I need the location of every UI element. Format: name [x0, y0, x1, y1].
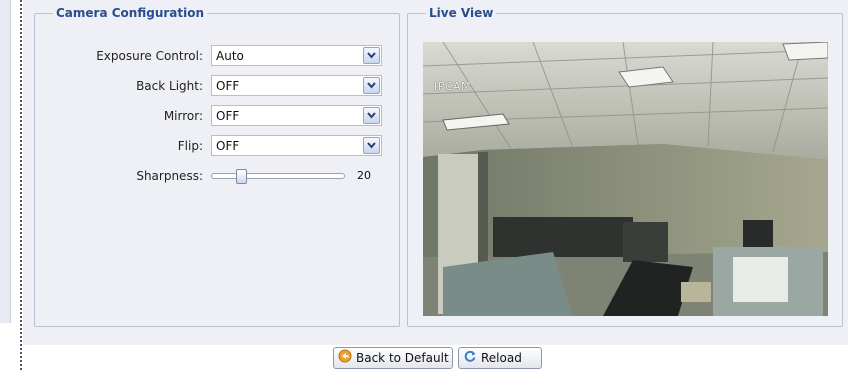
- live-view-panel: Live View IPCAM: [407, 6, 843, 327]
- frame-divider: [20, 0, 22, 370]
- exposure-control-select[interactable]: Auto: [211, 45, 382, 66]
- back-light-select[interactable]: OFF: [211, 75, 382, 96]
- refresh-icon: [463, 349, 477, 369]
- camera-osd-label: IPCAM: [434, 80, 472, 93]
- flip-label: Flip:: [177, 139, 203, 153]
- chevron-down-icon[interactable]: [363, 47, 380, 64]
- flip-value: OFF: [216, 139, 240, 153]
- camera-configuration-panel: Camera Configuration Exposure Control: A…: [34, 6, 400, 327]
- mirror-row: Mirror: OFF: [35, 105, 399, 127]
- back-light-row: Back Light: OFF: [35, 75, 399, 97]
- sharpness-row: Sharpness: 20: [35, 165, 399, 187]
- reload-label: Reload: [481, 351, 522, 365]
- chevron-down-icon[interactable]: [363, 77, 380, 94]
- back-light-label: Back Light:: [136, 79, 203, 93]
- flip-select[interactable]: OFF: [211, 135, 382, 156]
- sharpness-slider[interactable]: [211, 169, 345, 184]
- mirror-select[interactable]: OFF: [211, 105, 382, 126]
- back-to-default-button[interactable]: Back to Default: [333, 347, 453, 369]
- mirror-value: OFF: [216, 109, 240, 123]
- sharpness-slider-track[interactable]: [211, 173, 345, 179]
- exposure-control-value: Auto: [216, 49, 244, 63]
- back-to-default-label: Back to Default: [356, 351, 449, 365]
- exposure-control-row: Exposure Control: Auto: [35, 45, 399, 67]
- sharpness-value: 20: [357, 169, 371, 182]
- live-video-feed: IPCAM: [423, 42, 828, 316]
- exposure-control-label: Exposure Control:: [96, 49, 203, 63]
- left-panel-edge: [0, 0, 11, 323]
- office-scene-image: [423, 42, 828, 316]
- sharpness-label: Sharpness:: [136, 169, 203, 183]
- content-area: Camera Configuration Exposure Control: A…: [23, 0, 848, 345]
- chevron-down-icon[interactable]: [363, 137, 380, 154]
- reload-button[interactable]: Reload: [458, 347, 542, 369]
- sharpness-slider-thumb[interactable]: [236, 169, 247, 184]
- chevron-down-icon[interactable]: [363, 107, 380, 124]
- flip-row: Flip: OFF: [35, 135, 399, 157]
- back-light-value: OFF: [216, 79, 240, 93]
- undo-arrow-icon: [338, 349, 352, 369]
- camera-configuration-legend: Camera Configuration: [56, 6, 205, 20]
- live-view-legend: Live View: [429, 6, 494, 20]
- mirror-label: Mirror:: [163, 109, 203, 123]
